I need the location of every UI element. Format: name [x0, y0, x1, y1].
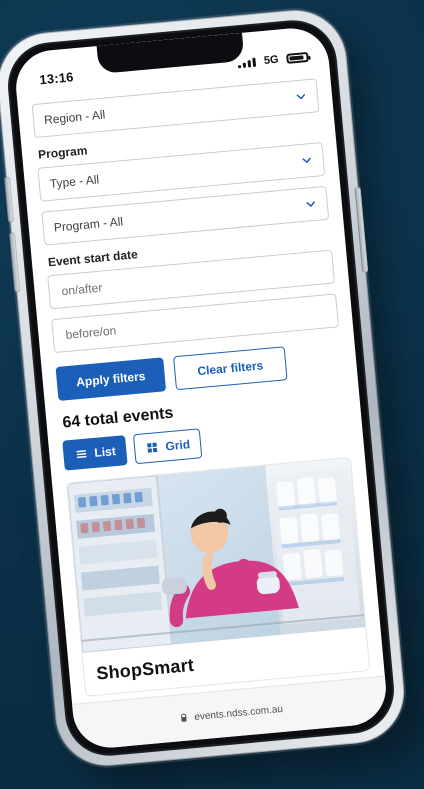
chevron-down-icon: [302, 196, 319, 213]
grid-view-button[interactable]: Grid: [133, 428, 203, 465]
list-icon: [74, 446, 89, 461]
chevron-down-icon: [292, 88, 309, 105]
type-select-value: Type - All: [49, 172, 100, 191]
status-right: 5G: [237, 51, 309, 69]
status-time: 13:16: [38, 69, 75, 88]
event-card[interactable]: ShopSmart: [66, 456, 371, 697]
page-content: Region - All Program Type - All Program …: [17, 71, 385, 705]
list-view-button[interactable]: List: [62, 435, 129, 471]
lock-icon: [178, 713, 189, 724]
apply-filters-button[interactable]: Apply filters: [55, 357, 167, 401]
chevron-down-icon: [298, 152, 315, 169]
grid-icon: [145, 440, 160, 455]
signal-icon: [238, 57, 257, 69]
network-label: 5G: [263, 53, 280, 67]
phone-device: 13:16 5G Region - All Program Type - All…: [0, 5, 409, 771]
grid-view-label: Grid: [164, 437, 191, 454]
screen: 13:16 5G Region - All Program Type - All…: [12, 25, 390, 751]
region-select-value: Region - All: [43, 107, 106, 128]
list-view-label: List: [93, 444, 117, 460]
battery-icon: [286, 51, 309, 64]
start-date-before-placeholder: before/on: [65, 323, 117, 343]
clear-filters-button[interactable]: Clear filters: [173, 346, 288, 391]
browser-url: events.ndss.com.au: [193, 703, 284, 723]
program-select-value: Program - All: [53, 214, 124, 235]
event-card-image: [66, 457, 366, 654]
start-date-after-placeholder: on/after: [61, 280, 103, 299]
battery-fill: [289, 55, 304, 61]
